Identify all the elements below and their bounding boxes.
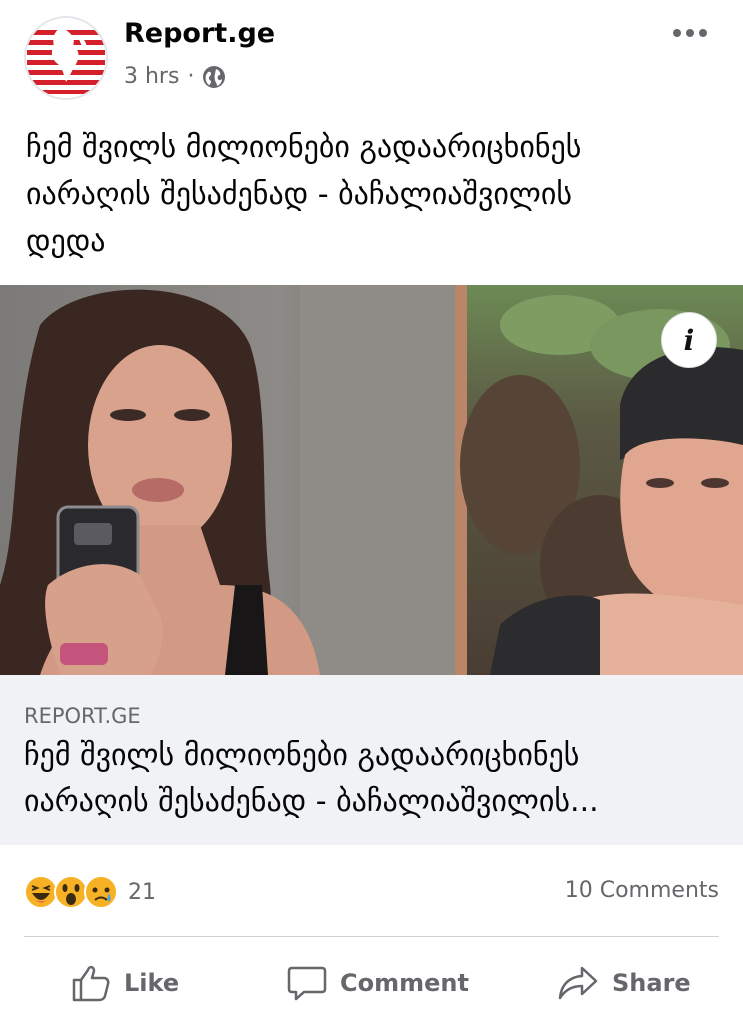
photo-collage (0, 285, 743, 675)
post-time[interactable]: 3 hrs (124, 64, 179, 89)
post-text-line: იარაღის შესაძენად - ბაჩალიაშვილის (26, 177, 573, 212)
reactions-summary[interactable]: 21 (24, 870, 156, 914)
dot-icon (673, 29, 681, 37)
comments-count[interactable]: 10 Comments (565, 878, 719, 903)
globe-icon (203, 65, 226, 88)
page-name[interactable]: Report.ge (124, 18, 275, 49)
comment-bubble-icon (287, 966, 327, 1001)
post-text-line: დედა (26, 224, 106, 259)
post-header: Report.ge 3 hrs · (0, 0, 743, 110)
like-label: Like (124, 969, 180, 997)
meta-separator: · (187, 64, 195, 89)
link-domain: REPORT.GE (24, 704, 141, 728)
reaction-count: 21 (128, 879, 156, 905)
comment-button[interactable]: Comment (286, 950, 469, 1016)
post-meta: 3 hrs · (124, 64, 226, 89)
share-label: Share (612, 969, 691, 997)
divider (24, 936, 719, 937)
dot-icon (686, 29, 694, 37)
share-arrow-icon (558, 966, 598, 1000)
more-options-button[interactable] (665, 18, 715, 48)
post-text-line: ჩემ შვილს მილიონები გადაარიცხინეს (26, 130, 582, 165)
ad-info-button[interactable]: i (661, 312, 717, 368)
link-image[interactable] (0, 285, 743, 675)
link-title-line: იარაღის შესაძენად - ბაჩალიაშვილის... (24, 784, 599, 819)
post-text: ჩემ შვილს მილიონები გადაარიცხინეს იარაღი… (26, 124, 716, 265)
thumbs-up-icon (72, 965, 110, 1002)
dot-icon (699, 29, 707, 37)
sad-reaction-icon (84, 875, 118, 909)
comment-label: Comment (340, 969, 469, 997)
page-avatar[interactable] (24, 16, 108, 100)
wow-reaction-icon (54, 875, 88, 909)
link-title[interactable]: ჩემ შვილს მილიონები გადაარიცხინეს იარაღი… (24, 733, 724, 825)
haha-reaction-icon (24, 875, 58, 909)
like-button[interactable]: Like (70, 950, 179, 1016)
action-bar: Like Comment Share (0, 950, 743, 1016)
share-button[interactable]: Share (556, 950, 691, 1016)
link-title-line: ჩემ შვილს მილიონები გადაარიცხინეს (24, 738, 580, 773)
report-ge-logo (27, 19, 105, 97)
